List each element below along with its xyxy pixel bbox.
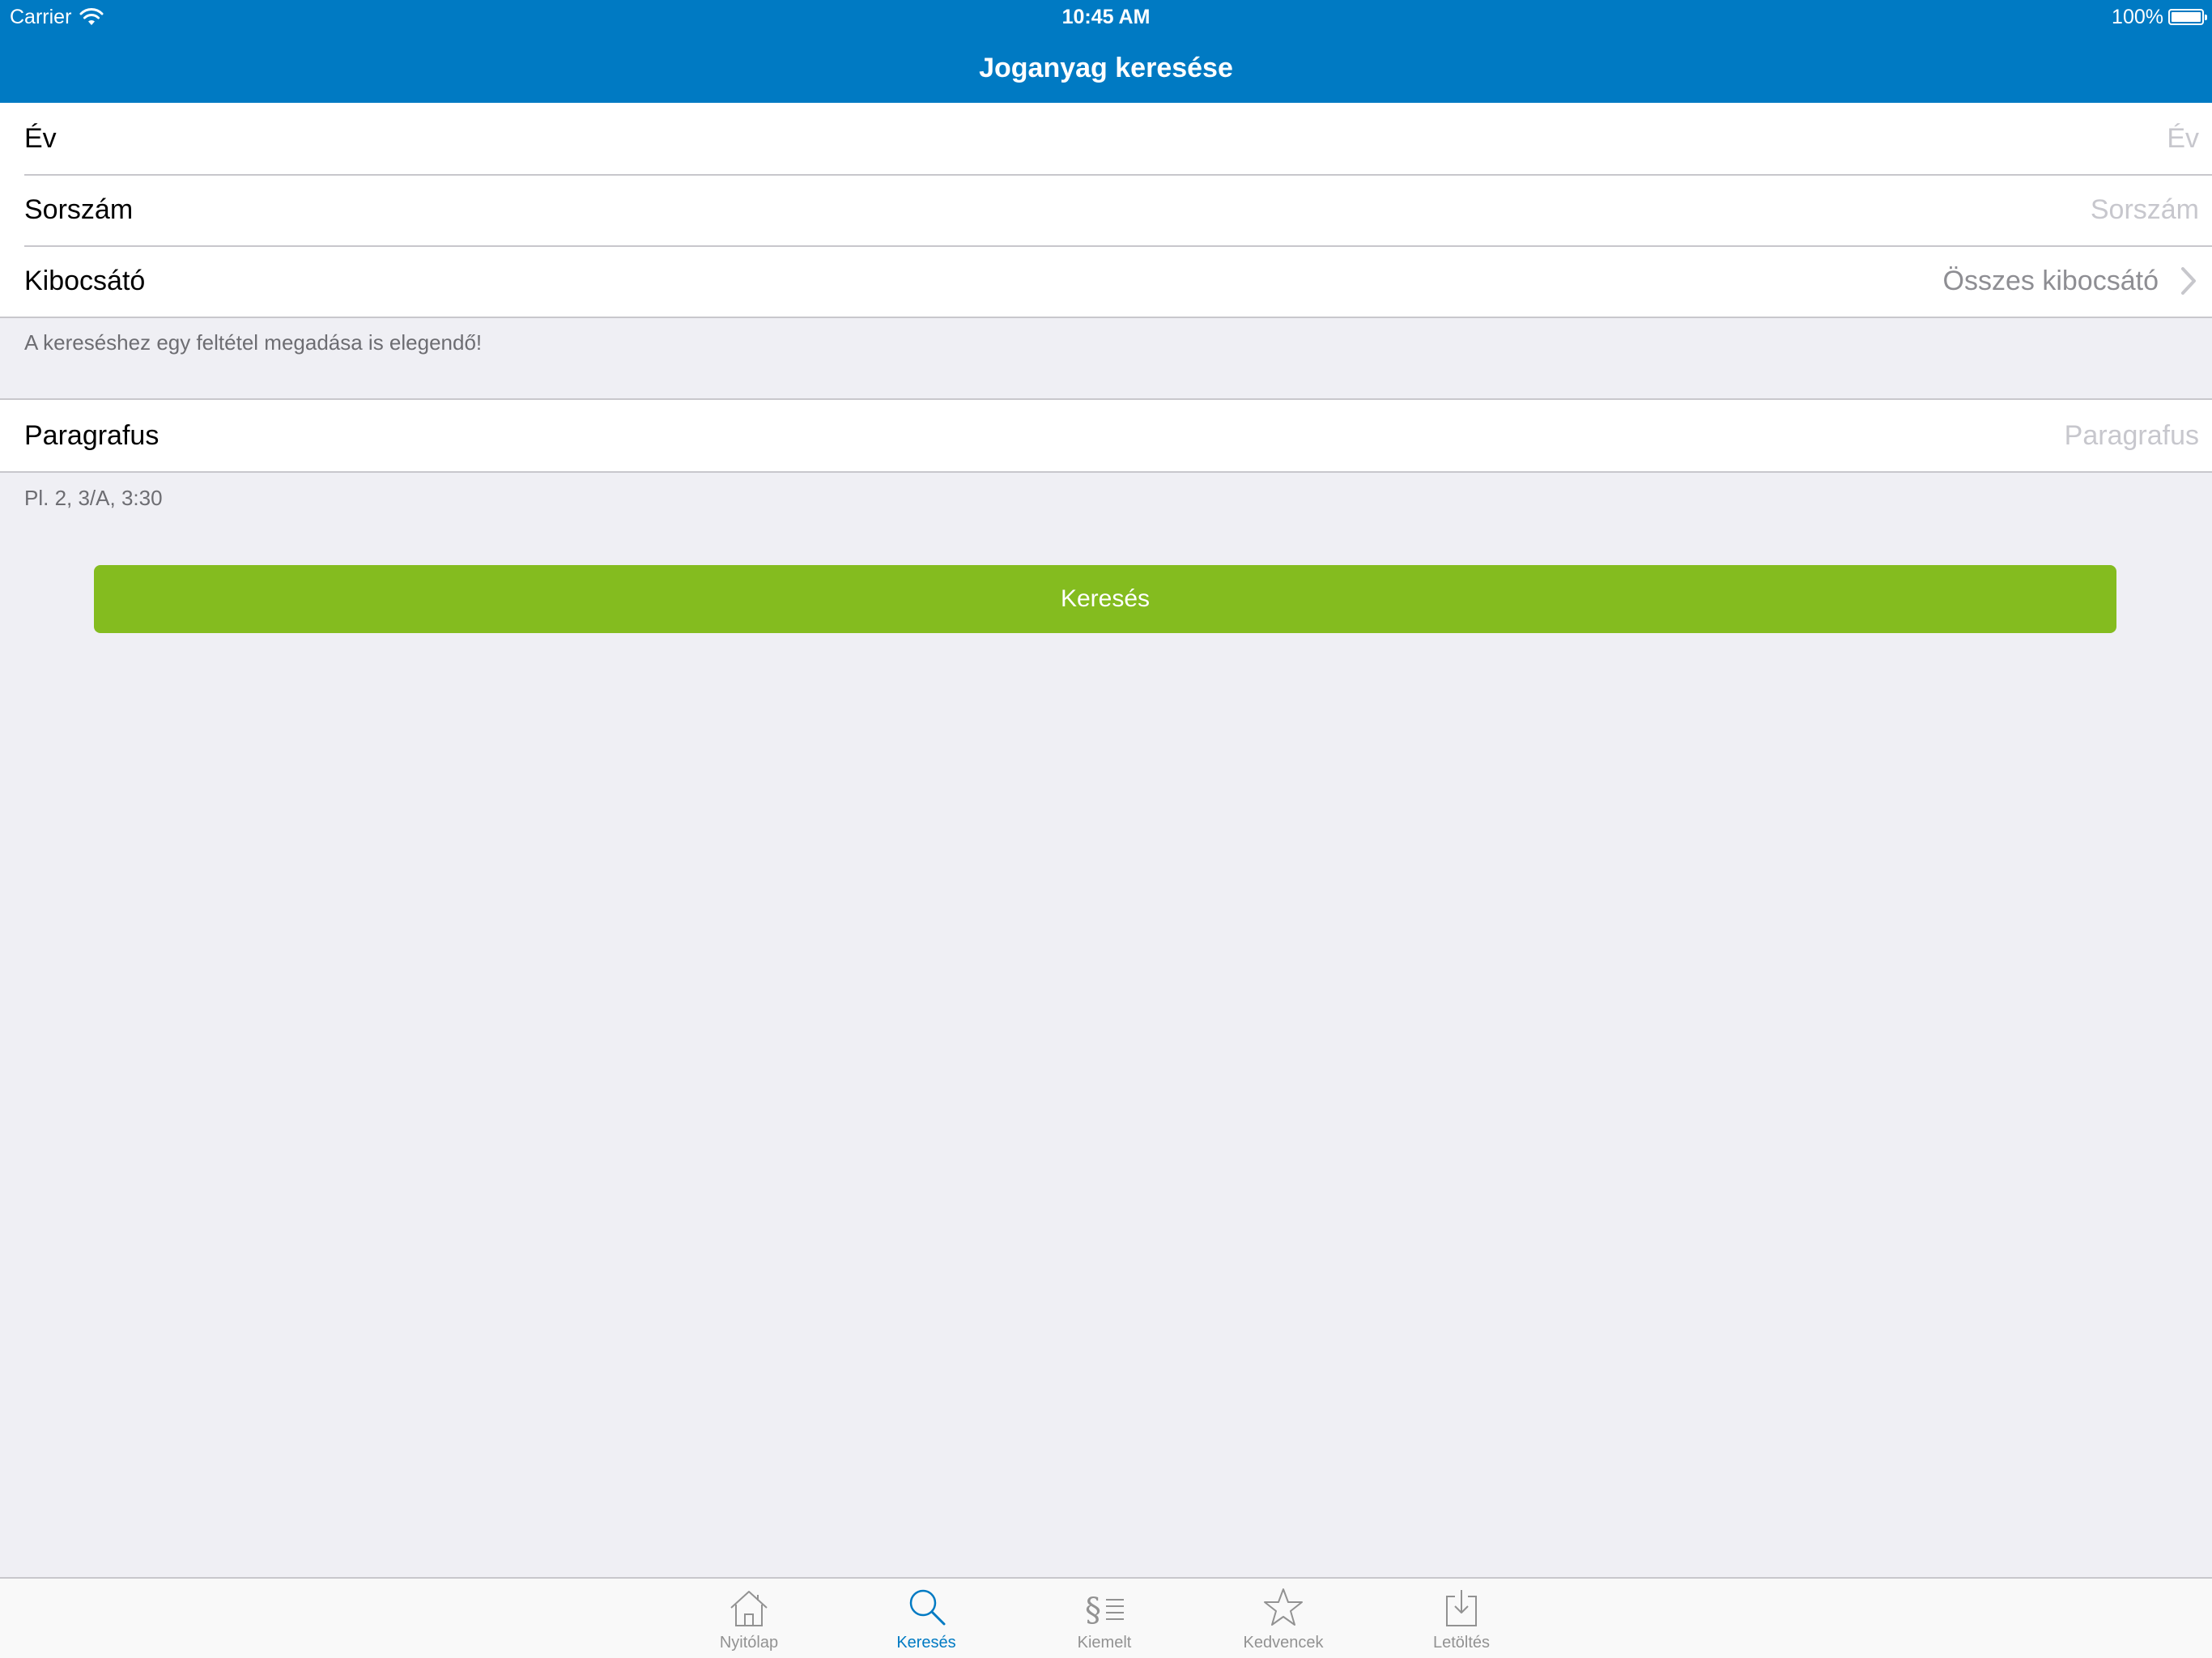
paragraph-list-icon: § <box>1085 1592 1124 1629</box>
tab-bar: Nyitólap Keresés § Kiemelt Kedvencek Let… <box>0 1577 2212 1658</box>
magnifier-icon <box>909 1589 946 1626</box>
paragraph-label: Paragrafus <box>24 419 160 451</box>
tab-home[interactable]: Nyitólap <box>684 1579 814 1658</box>
star-icon <box>1264 1588 1303 1626</box>
page-title: Joganyag keresése <box>979 53 1233 83</box>
house-icon <box>730 1591 768 1626</box>
issuer-value: Összes kibocsátó <box>1942 265 2159 296</box>
paragraph-section: Paragrafus <box>0 398 2212 473</box>
top-bar: Carrier 10:45 AM 100% Joganyag keresése <box>0 0 2212 103</box>
issuer-row[interactable]: Kibocsátó Összes kibocsátó <box>0 245 2212 317</box>
paragraph-hint: Pl. 2, 3/A, 3:30 <box>24 486 163 510</box>
tab-label-home: Nyitólap <box>719 1634 779 1652</box>
download-tray-icon <box>1446 1590 1477 1626</box>
number-label: Sorszám <box>24 193 134 225</box>
status-battery: 100% <box>2112 3 2207 31</box>
search-button[interactable]: Keresés <box>94 565 2116 633</box>
tab-label-search: Keresés <box>896 1634 956 1652</box>
search-screen: Carrier 10:45 AM 100% Joganyag keresése … <box>0 0 2212 1658</box>
search-hint: A kereséshez egy feltétel megadása is el… <box>24 330 483 355</box>
issuer-label: Kibocsátó <box>24 265 146 296</box>
number-input[interactable] <box>149 193 2199 226</box>
tab-search[interactable]: Keresés <box>861 1579 991 1658</box>
year-label: Év <box>24 122 57 154</box>
tab-label-download: Letöltés <box>1432 1634 1491 1652</box>
svg-text:§: § <box>1085 1592 1101 1629</box>
battery-percent: 100% <box>2112 5 2163 28</box>
paragraph-row[interactable]: Paragrafus <box>0 400 2212 471</box>
year-input[interactable] <box>72 122 2199 155</box>
paragraph-input[interactable] <box>175 419 2199 452</box>
tab-highlighted[interactable]: § Kiemelt <box>1040 1579 1169 1658</box>
tab-download[interactable]: Letöltés <box>1397 1579 1526 1658</box>
year-row[interactable]: Év <box>0 103 2212 174</box>
chevron-right-icon <box>2181 267 2196 295</box>
status-carrier: Carrier <box>10 3 104 31</box>
status-time: 10:45 AM <box>1061 6 1151 28</box>
number-row[interactable]: Sorszám <box>0 174 2212 245</box>
tab-label-favorites: Kedvencek <box>1243 1634 1324 1652</box>
criteria-section: Év Sorszám Kibocsátó Összes kibocsátó <box>0 103 2212 318</box>
wifi-icon <box>79 8 104 25</box>
carrier-label: Carrier <box>10 6 72 28</box>
tab-label-highlighted: Kiemelt <box>1077 1634 1132 1652</box>
battery-icon <box>2168 9 2207 25</box>
tab-favorites[interactable]: Kedvencek <box>1219 1579 1348 1658</box>
